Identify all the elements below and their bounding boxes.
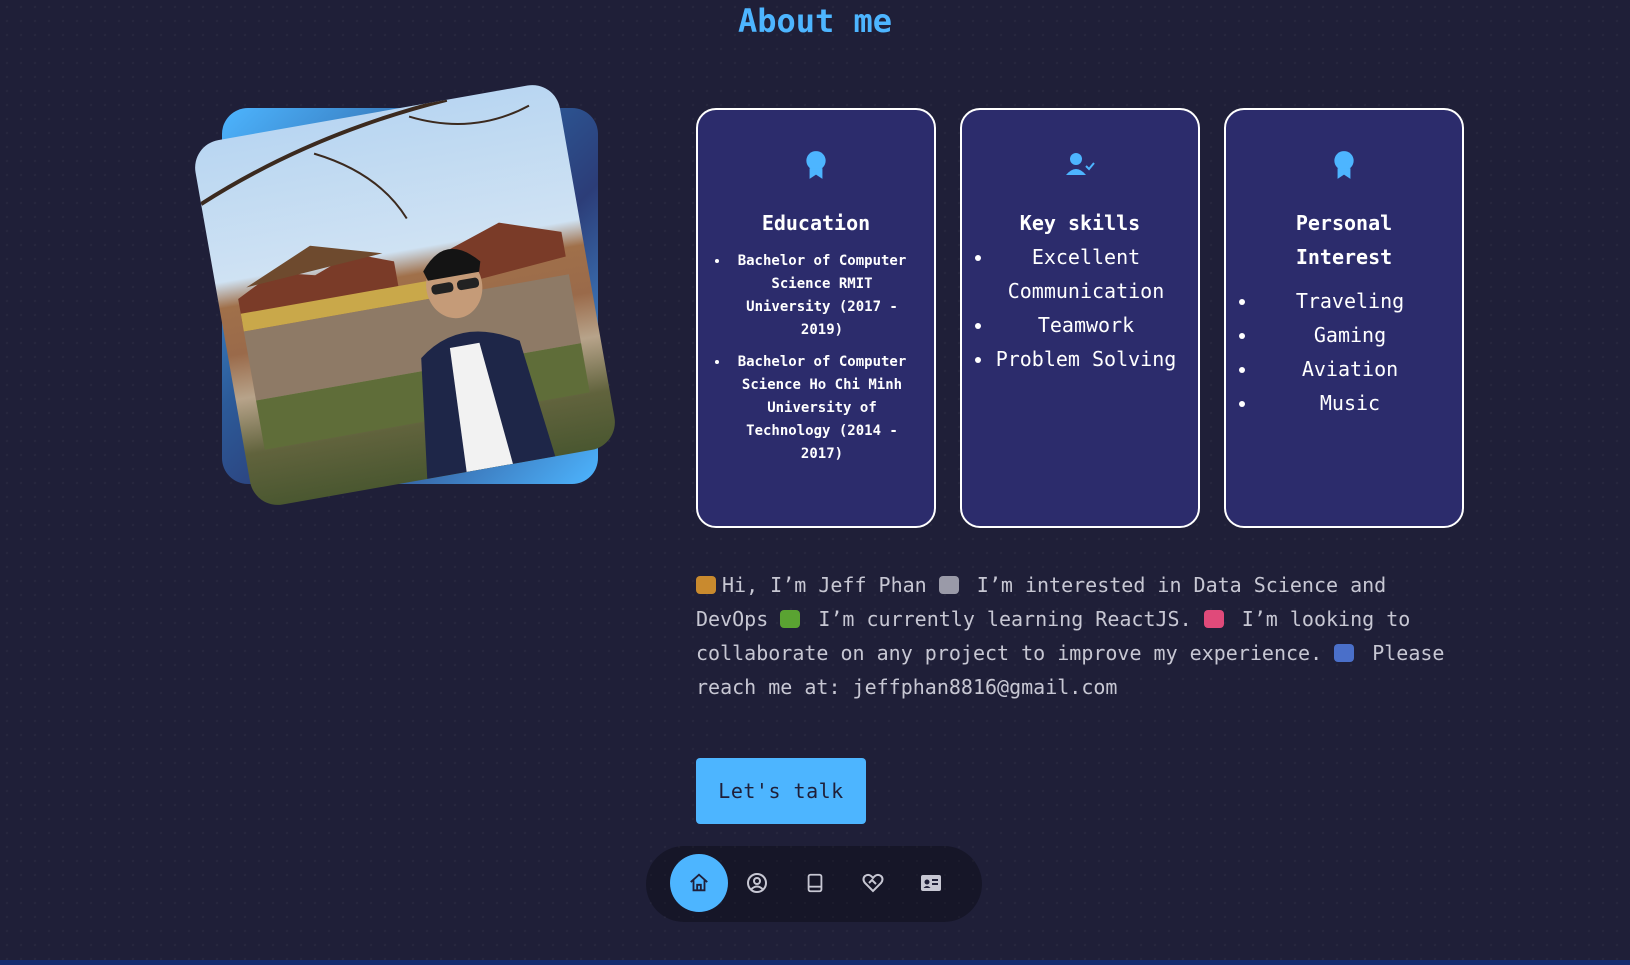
eyes-emoji-icon: [938, 576, 959, 594]
list-item: Problem Solving: [994, 342, 1178, 376]
nav-experience[interactable]: [786, 854, 844, 912]
lets-talk-button[interactable]: Let's talk: [696, 758, 866, 824]
education-card: Education Bachelor of Computer Science R…: [696, 108, 936, 528]
section-title: About me: [737, 2, 893, 40]
nav-contact[interactable]: [902, 854, 960, 912]
list-item: Excellent Communication: [994, 240, 1178, 308]
contact-card-icon: [921, 875, 941, 891]
list-item: Gaming: [1258, 318, 1442, 352]
list-item: Bachelor of Computer Science Ho Chi Minh…: [730, 351, 914, 466]
heart-handshake-icon: [862, 873, 884, 893]
nav-about[interactable]: [728, 854, 786, 912]
card-title: Personal Interest: [1295, 211, 1393, 269]
list-item: Bachelor of Computer Science RMIT Univer…: [730, 250, 914, 342]
intro-segment: Hi, I’m Jeff Phan: [722, 573, 939, 597]
nav-services[interactable]: [844, 854, 902, 912]
card-title: Education: [761, 211, 871, 235]
profile-photo-frame: [190, 80, 620, 510]
wave-emoji-icon: [696, 576, 716, 594]
list-item: Traveling: [1258, 284, 1442, 318]
intro-text: Hi, I’m Jeff Phan I’m interested in Data…: [696, 568, 1456, 704]
profile-photo: [190, 80, 620, 510]
education-list: Bachelor of Computer Science RMIT Univer…: [708, 250, 924, 475]
list-item: Aviation: [1258, 352, 1442, 386]
award-icon: [806, 151, 826, 179]
user-icon: [747, 873, 767, 893]
award-icon: [1334, 151, 1354, 179]
home-icon: [690, 873, 708, 892]
skills-card: Key skills Excellent Communication Teamw…: [960, 108, 1200, 528]
intro-segment: I’m currently learning ReactJS.: [806, 607, 1204, 631]
seedling-emoji-icon: [780, 610, 801, 628]
interests-card: Personal Interest Traveling Gaming Aviat…: [1224, 108, 1464, 528]
list-item: Music: [1258, 386, 1442, 420]
book-icon: [807, 873, 823, 893]
bottom-nav: [646, 846, 982, 922]
interests-list: Traveling Gaming Aviation Music: [1236, 284, 1452, 420]
hearts-emoji-icon: [1203, 610, 1224, 628]
user-check-icon: [1066, 153, 1095, 175]
nav-home[interactable]: [670, 854, 728, 912]
list-item: Teamwork: [994, 308, 1178, 342]
skills-list: Excellent Communication Teamwork Problem…: [972, 240, 1188, 376]
mailbox-emoji-icon: [1334, 644, 1355, 662]
card-title: Key skills: [1019, 211, 1141, 235]
window-bottom-edge: [0, 960, 1630, 965]
